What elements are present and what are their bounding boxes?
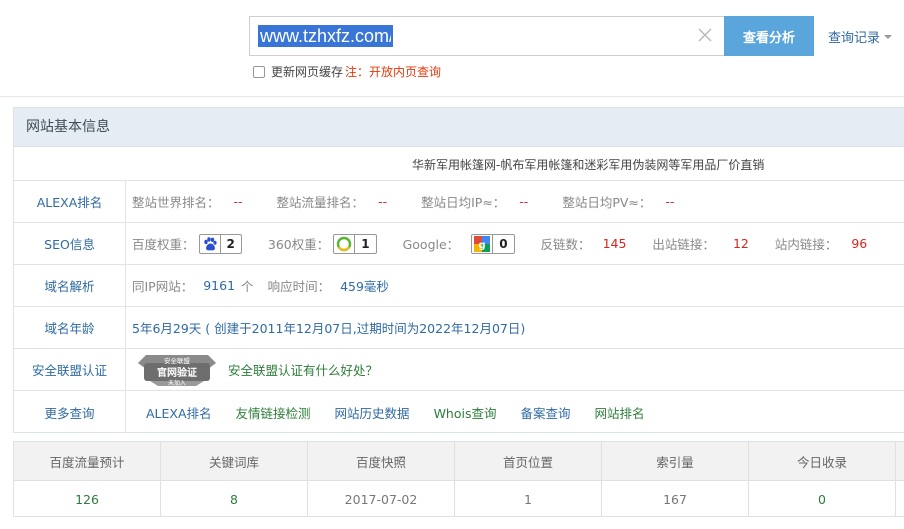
baidu-weight-key: 百度权重： (132, 237, 195, 252)
search-input[interactable] (258, 25, 393, 47)
outlinks-key: 出站链接： (652, 237, 715, 252)
so360-weight-key: 360权重： (267, 237, 330, 252)
cache-note[interactable]: 注：开放内页查询 (345, 63, 441, 80)
seo-row: SEO信息 百度权重： 2 360权重： 1 Google： g 0 反链数： … (14, 223, 904, 265)
inlinks-key: 站内链接： (774, 237, 838, 252)
more-link-icp[interactable]: 备案查询 (520, 403, 570, 422)
outlinks-value[interactable]: 12 (733, 236, 749, 251)
more-link-history[interactable]: 网站历史数据 (335, 403, 410, 422)
stats-value-home-position: 1 (455, 481, 602, 517)
inlinks-value[interactable]: 96 (851, 236, 867, 251)
alliance-label[interactable]: 安全联盟认证 (14, 349, 126, 390)
alexa-world-rank-key: 整站世界排名： (132, 195, 220, 210)
svg-text:g: g (479, 240, 486, 251)
stats-value-today-indexed: 0 (749, 481, 896, 517)
more-link-friend-links[interactable]: 友情链接检测 (236, 403, 311, 422)
chevron-down-icon (884, 35, 893, 39)
google-pr-badge[interactable]: g 0 (471, 233, 515, 254)
same-ip-key: 同IP网站： (132, 279, 194, 294)
cache-option: 更新网页缓存 注：开放内页查询 (253, 63, 441, 80)
alexa-traffic-rank-value: -- (378, 194, 388, 209)
baidu-paw-icon (200, 235, 220, 253)
backlinks-value[interactable]: 145 (603, 236, 627, 251)
more-link-site-rank[interactable]: 网站排名 (595, 403, 645, 422)
search-box[interactable] (249, 16, 724, 56)
same-ip-unit: 个 (241, 279, 254, 294)
cache-label: 更新网页缓存 (271, 65, 344, 79)
cache-checkbox[interactable] (253, 65, 265, 78)
query-history-label: 查询记录 (828, 31, 881, 46)
stats-header: 首页位置 (455, 442, 602, 480)
same-ip-value[interactable]: 9161 (203, 278, 235, 293)
search-header: 查看分析 查询记录 更新网页缓存 注：开放内页查询 (0, 0, 904, 97)
alexa-label[interactable]: ALEXA排名 (14, 181, 126, 222)
alexa-daily-ip-key: 整站日均IP≈： (421, 195, 506, 210)
baidu-weight-value: 2 (219, 234, 241, 253)
stats-value-row: 126 8 2017-07-02 1 167 0 (14, 481, 904, 517)
site-title-row: 华新军用帐篷网-帆布军用帐篷和迷彩军用伪装网等军用品厂价直销 (14, 147, 904, 181)
seo-label[interactable]: SEO信息 (14, 223, 126, 264)
close-icon[interactable] (696, 26, 714, 44)
alliance-benefit-link[interactable]: 安全联盟认证有什么好处？ (228, 360, 378, 379)
google-icon: g (472, 235, 492, 253)
query-history-dropdown[interactable]: 查询记录 (828, 27, 893, 46)
dns-row: 域名解析 同IP网站： 9161 个 响应时间： 459毫秒 (14, 265, 904, 307)
google-pr-key: Google： (402, 237, 460, 252)
stats-header-row: 百度流量预计 关键词库 百度快照 首页位置 索引量 今日收录 (14, 442, 904, 481)
backlinks-key: 反链数： (540, 237, 591, 252)
alliance-badge-sub: 未加入 (168, 379, 186, 387)
more-link-alexa[interactable]: ALEXA排名 (146, 403, 212, 422)
so360-icon (334, 235, 354, 253)
response-time-value: 459毫秒 (340, 279, 389, 294)
alliance-badge-top: 安全联盟 (164, 356, 191, 365)
stats-header: 关键词库 (161, 442, 308, 480)
alliance-row: 安全联盟认证 安全联盟 官网验证 未加入 安全联盟认证有什么好处？ (14, 349, 904, 391)
stats-value-keywords[interactable]: 8 (161, 481, 308, 517)
alexa-daily-pv-key: 整站日均PV≈： (562, 195, 652, 210)
dns-label[interactable]: 域名解析 (14, 265, 126, 306)
alexa-row: ALEXA排名 整站世界排名： -- 整站流量排名： -- 整站日均IP≈： -… (14, 181, 904, 223)
stats-header: 索引量 (602, 442, 749, 480)
stats-value-index: 167 (602, 481, 749, 517)
stats-value-snapshot: 2017-07-02 (308, 481, 455, 517)
alliance-badge-main: 官网验证 (157, 366, 197, 379)
alexa-daily-pv-value: -- (665, 194, 675, 209)
site-title: 华新军用帐篷网-帆布军用帐篷和迷彩军用伪装网等军用品厂价直销 (412, 158, 765, 172)
stats-header: 今日收录 (749, 442, 896, 480)
shield-badge-icon[interactable]: 安全联盟 官网验证 未加入 (136, 353, 218, 387)
analyze-button[interactable]: 查看分析 (724, 16, 814, 56)
stats-value-baidu-traffic[interactable]: 126 (14, 481, 161, 517)
more-queries-label[interactable]: 更多查询 (14, 391, 126, 433)
more-queries-row: 更多查询 ALEXA排名 友情链接检测 网站历史数据 Whois查询 备案查询 … (14, 391, 904, 433)
domain-age-label[interactable]: 域名年龄 (14, 307, 126, 348)
more-link-whois[interactable]: Whois查询 (434, 403, 497, 422)
response-time-key: 响应时间： (267, 279, 331, 294)
domain-age-value: 5年6月29天 ( 创建于2011年12月07日,过期时间为2022年12月07… (132, 321, 526, 336)
so360-weight-value: 1 (354, 234, 375, 253)
domain-age-row: 域名年龄 5年6月29天 ( 创建于2011年12月07日,过期时间为2022年… (14, 307, 904, 349)
alexa-traffic-rank-key: 整站流量排名： (276, 195, 365, 210)
alexa-world-rank-value: -- (233, 194, 243, 209)
google-pr-value: 0 (492, 234, 513, 253)
panel-title: 网站基本信息 (14, 108, 904, 147)
site-info-panel: 网站基本信息 华新军用帐篷网-帆布军用帐篷和迷彩军用伪装网等军用品厂价直销 AL… (13, 107, 904, 433)
stats-header: 百度快照 (308, 442, 455, 480)
baidu-weight-badge[interactable]: 2 (198, 233, 242, 254)
stats-table: 百度流量预计 关键词库 百度快照 首页位置 索引量 今日收录 126 8 201… (13, 441, 904, 517)
so360-weight-badge[interactable]: 1 (333, 233, 377, 254)
alexa-daily-ip-value: -- (519, 194, 529, 209)
stats-header: 百度流量预计 (14, 442, 161, 480)
